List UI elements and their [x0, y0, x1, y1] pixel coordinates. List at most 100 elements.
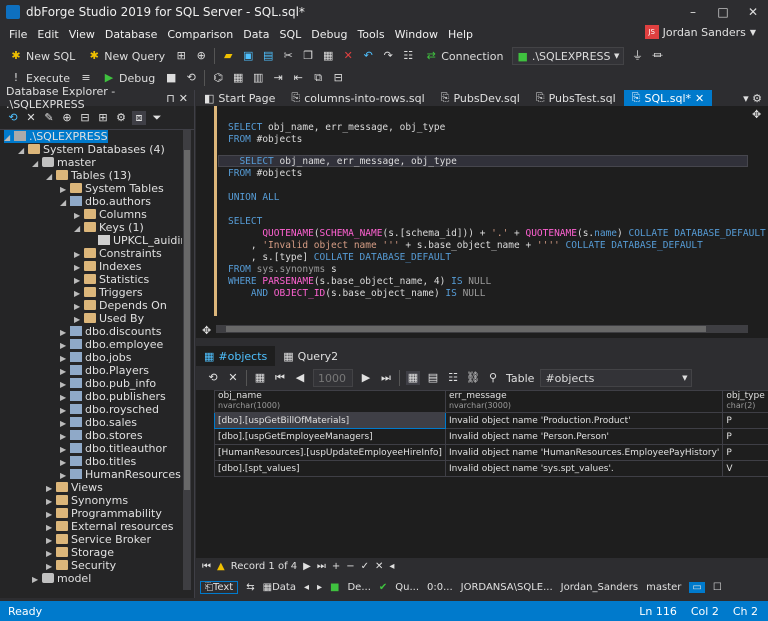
close-icon[interactable]: ✕: [179, 92, 188, 105]
new-query-button[interactable]: ✱ New Query: [84, 46, 168, 66]
confirm-icon[interactable]: ✓: [361, 561, 369, 572]
edit-icon[interactable]: ✎: [42, 111, 56, 125]
column-header[interactable]: err_message nvarchar(3000): [444, 390, 724, 413]
next-icon[interactable]: ▸: [317, 582, 322, 593]
cancel-edit-icon[interactable]: ✕: [375, 561, 383, 572]
execute-current-icon[interactable]: ≡: [79, 71, 93, 85]
user-account[interactable]: JS Jordan Sanders ▼: [644, 25, 756, 39]
table-cell[interactable]: [dbo].[uspGetBillOfMaterials]: [214, 412, 446, 429]
tree-item[interactable]: UPKCL_auidind: [88, 234, 182, 247]
cut-icon[interactable]: ✂: [281, 49, 295, 63]
checkbox-icon[interactable]: ☐: [713, 582, 722, 593]
refresh-icon[interactable]: ⟲: [184, 71, 198, 85]
grid-icon[interactable]: ▦: [253, 371, 267, 385]
tree-item[interactable]: ▶ dbo.stores: [60, 429, 143, 442]
text-view-button[interactable]: ⎗Text: [200, 580, 239, 594]
table-row[interactable]: [dbo].[uspGetEmployeeManagers] Invalid ob…: [214, 428, 768, 445]
grid-mode-icon[interactable]: ▦: [231, 71, 245, 85]
results-icon[interactable]: ▥: [251, 71, 265, 85]
table-cell[interactable]: P: [722, 428, 768, 445]
collapse-icon[interactable]: ⊟: [78, 111, 92, 125]
menu-edit[interactable]: Edit: [32, 28, 63, 41]
save-all-icon[interactable]: ▤: [261, 49, 275, 63]
copy-icon[interactable]: ❐: [301, 49, 315, 63]
table-cell[interactable]: P: [722, 444, 768, 461]
link-icon[interactable]: ⛓: [466, 371, 480, 385]
tree-item[interactable]: ◢ .\SQLEXPRESS: [4, 130, 108, 143]
column-header[interactable]: obj_name nvarchar(1000): [214, 390, 446, 413]
tree-item[interactable]: ▶ dbo.employee: [60, 338, 163, 351]
tree-item[interactable]: ▶ dbo.sales: [60, 416, 137, 429]
columns-icon[interactable]: ☷: [446, 371, 460, 385]
menu-data[interactable]: Data: [238, 28, 274, 41]
table-cell[interactable]: V: [722, 460, 768, 477]
menu-debug[interactable]: Debug: [306, 28, 352, 41]
tree-item[interactable]: ▶ dbo.pub_info: [60, 377, 156, 390]
tree-item[interactable]: ▶ dbo.jobs: [60, 351, 132, 364]
disconnect-icon[interactable]: ⏛: [650, 49, 664, 63]
last-page-icon[interactable]: ⏭: [379, 371, 393, 385]
result-tab[interactable]: ▦ Query2: [275, 346, 346, 366]
tree-item[interactable]: ▶ model: [32, 572, 91, 585]
tree-item[interactable]: ▶ Used By: [74, 312, 144, 325]
disconnect-icon[interactable]: ✕: [24, 111, 38, 125]
table-row[interactable]: [dbo].[uspGetBillOfMaterials] Invalid obj…: [214, 412, 768, 429]
refresh-icon[interactable]: ⟲: [6, 111, 20, 125]
table-cell[interactable]: Invalid object name 'Person.Person': [444, 428, 724, 445]
outdent-icon[interactable]: ⇤: [291, 71, 305, 85]
doc-tab[interactable]: ⎘ columns-into-rows.sql: [283, 90, 432, 106]
menu-tools[interactable]: Tools: [352, 28, 389, 41]
menu-view[interactable]: View: [64, 28, 100, 41]
table-cell[interactable]: P: [722, 412, 768, 429]
editor-hscrollbar[interactable]: [216, 325, 748, 333]
minimize-button[interactable]: –: [678, 0, 708, 24]
tree-item[interactable]: ▶ Constraints: [74, 247, 162, 260]
table-cell[interactable]: Invalid object name 'sys.spt_values'.: [444, 460, 724, 477]
table-row[interactable]: [dbo].[spt_values] Invalid object name 's…: [214, 460, 768, 477]
expand-icon[interactable]: ⊞: [96, 111, 110, 125]
tree-item[interactable]: ▶ Programmability: [46, 507, 162, 520]
tree-item[interactable]: ▶ dbo.titleauthor: [60, 442, 167, 455]
move-icon[interactable]: ✥: [752, 108, 761, 121]
doc-tab[interactable]: ◧ Start Page: [196, 90, 283, 106]
filter-icon[interactable]: ⚲: [486, 371, 500, 385]
doc-tab[interactable]: ⎘ PubsTest.sql: [528, 90, 624, 106]
collapse-arrow-icon[interactable]: ◢: [74, 222, 84, 235]
comment-icon[interactable]: ⧉: [311, 71, 325, 85]
tree-item[interactable]: ▶ Triggers: [74, 286, 143, 299]
grid-view-icon[interactable]: ▦: [406, 371, 420, 385]
tree-item[interactable]: ▶ Statistics: [74, 273, 149, 286]
paste-icon[interactable]: ▦: [321, 49, 335, 63]
table-row[interactable]: [HumanResources].[uspUpdateEmployeeHireI…: [214, 444, 768, 461]
next-page-icon[interactable]: ▶: [359, 371, 373, 385]
indent-icon[interactable]: ⇥: [271, 71, 285, 85]
delete-icon[interactable]: ✕: [341, 49, 355, 63]
tree-item[interactable]: ▶ Synonyms: [46, 494, 128, 507]
menu-database[interactable]: Database: [100, 28, 163, 41]
collapse-arrow-icon[interactable]: ◢: [46, 170, 56, 183]
scrollbar-thumb[interactable]: [226, 326, 706, 332]
uncomment-icon[interactable]: ⊟: [331, 71, 345, 85]
layout-icon[interactable]: ▭: [689, 581, 705, 593]
plan-icon[interactable]: ⌬: [211, 71, 225, 85]
tree-item[interactable]: ▶ Views: [46, 481, 103, 494]
new-sql-button[interactable]: ✱ New SQL: [6, 46, 78, 66]
tree-item[interactable]: ▶ dbo.titles: [60, 455, 136, 468]
table-cell[interactable]: Invalid object name 'Production.Product': [444, 412, 724, 429]
scroll-left-icon[interactable]: ◂: [389, 561, 394, 572]
explorer-scrollbar[interactable]: [183, 130, 191, 590]
table-select[interactable]: #objects ▼: [540, 369, 693, 387]
filter-toggle-icon[interactable]: ⧈: [132, 110, 146, 125]
menu-file[interactable]: File: [4, 28, 32, 41]
tree-item[interactable]: ▶ dbo.publishers: [60, 390, 166, 403]
stop-icon[interactable]: ■: [164, 71, 178, 85]
tree-item[interactable]: ▶ Service Broker: [46, 533, 151, 546]
save-icon[interactable]: ▣: [241, 49, 255, 63]
open-folder-icon[interactable]: ▰: [221, 49, 235, 63]
cancel-icon[interactable]: ✕: [226, 371, 240, 385]
tree-item[interactable]: ◢ dbo.authors: [60, 195, 151, 208]
refresh-icon[interactable]: ⟲: [206, 371, 220, 385]
tree-item[interactable]: ▶ Storage: [46, 546, 114, 559]
page-size-select[interactable]: 1000: [313, 369, 353, 387]
tree-item[interactable]: ▶HumanResources.Emplo: [60, 468, 182, 481]
